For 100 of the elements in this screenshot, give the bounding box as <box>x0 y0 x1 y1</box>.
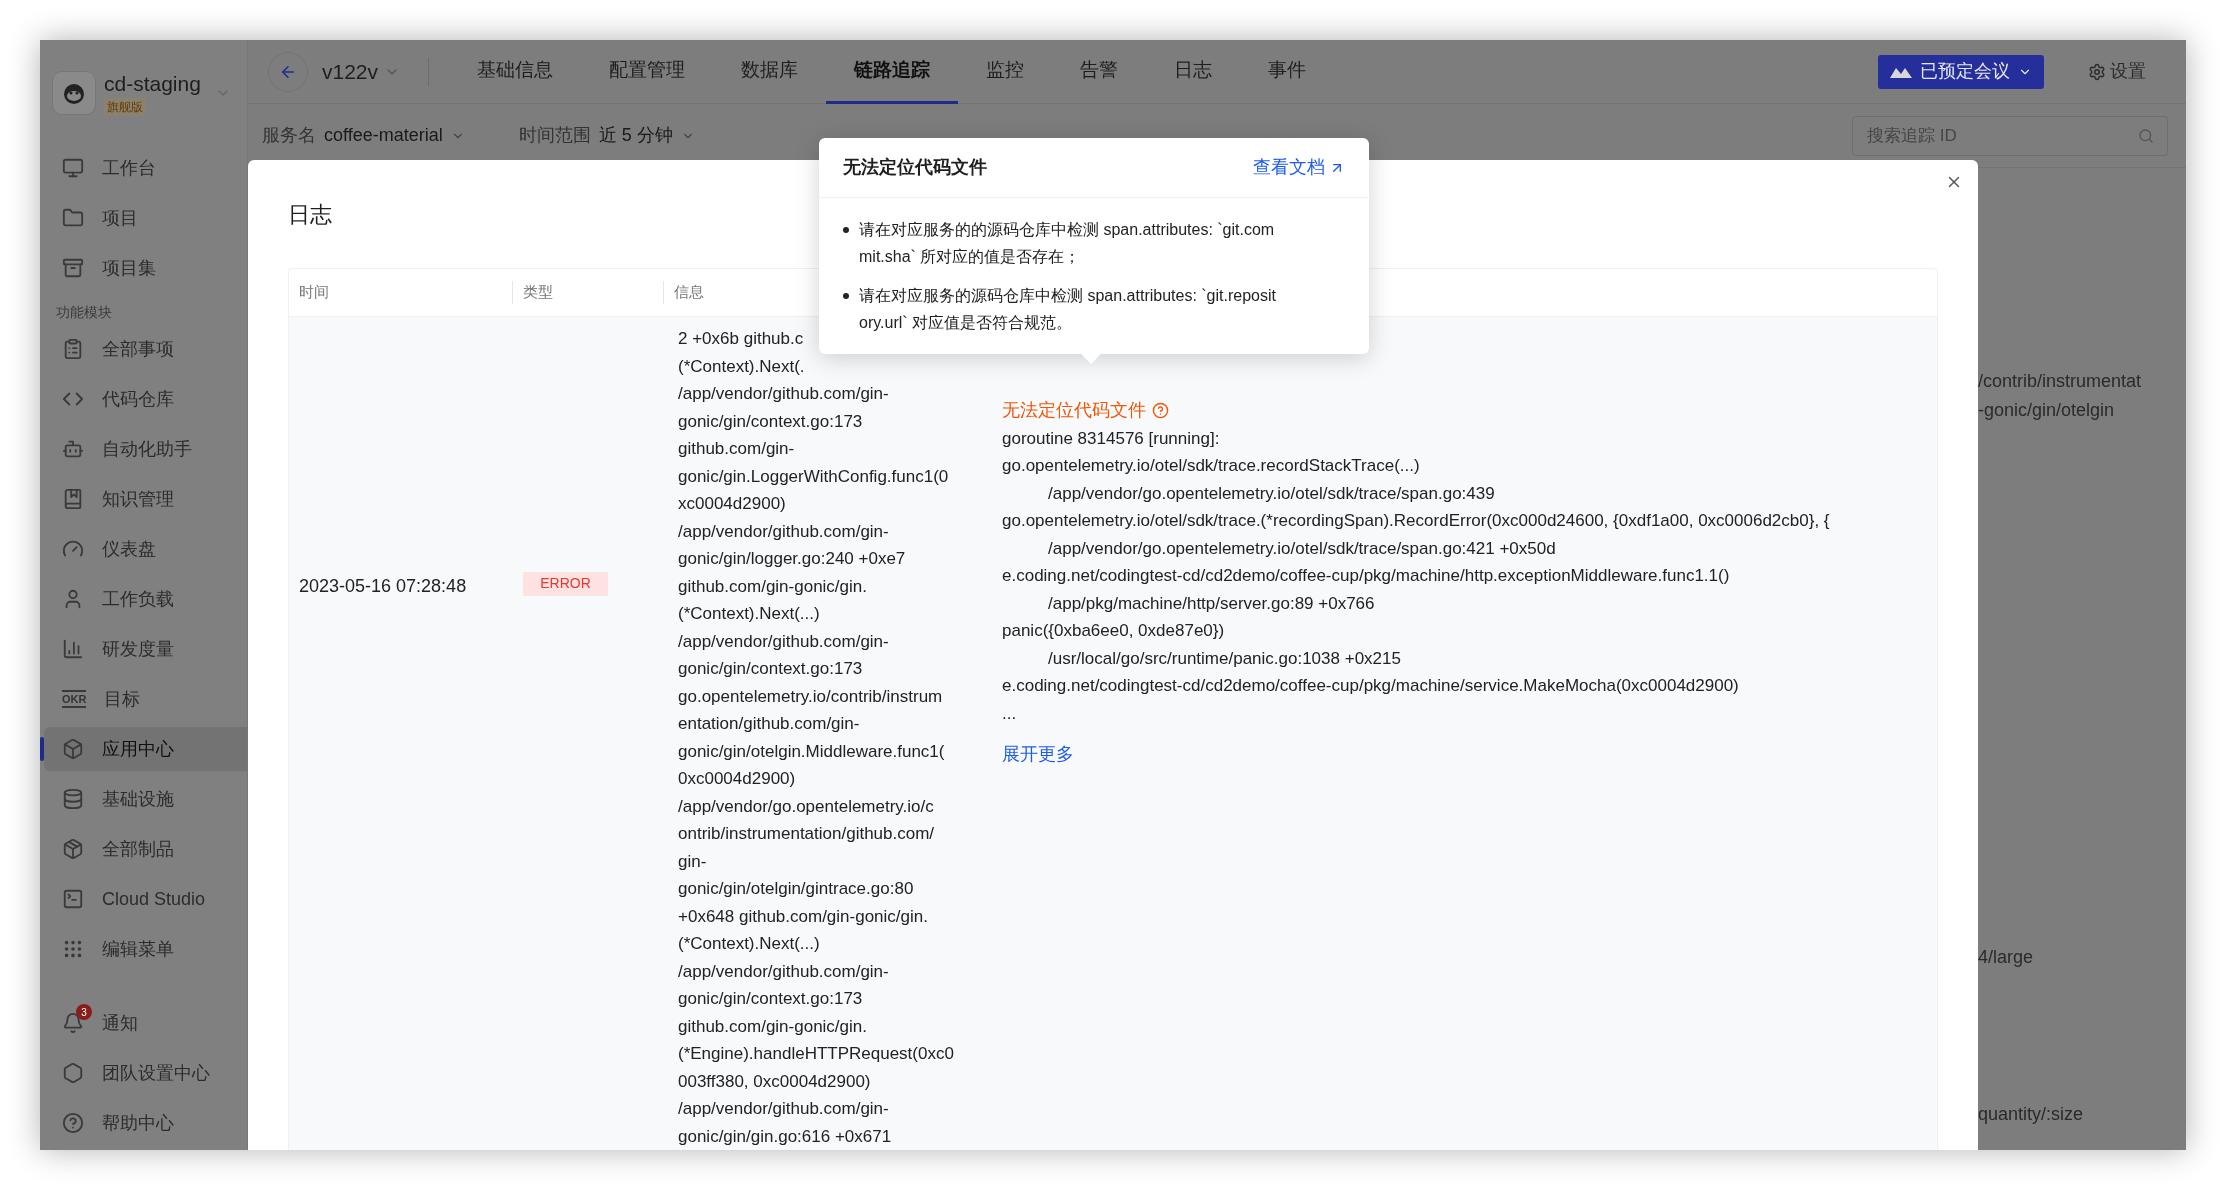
stack-line: 2 +0x6b github.c <box>678 328 804 350</box>
sidebar-item[interactable]: 全部制品 <box>44 827 247 871</box>
stack-line: (*Context).Next(. <box>678 355 805 378</box>
plan-badge: 旗舰版 <box>104 98 146 116</box>
meeting-button[interactable]: 已预定会议 <box>1878 54 2044 89</box>
dialog-title: 日志 <box>288 200 332 229</box>
background-text: 4/large <box>1978 946 2035 969</box>
section-label: 功能模块 <box>55 303 112 322</box>
sidebar-item[interactable]: 全部事项 <box>44 327 247 371</box>
column-header: 类型 <box>523 283 553 301</box>
stack-line: /app/vendor/github.com/gin- <box>678 630 889 653</box>
sidebar-item[interactable]: 帮助中心 <box>44 1101 247 1145</box>
expand-more-link[interactable]: 展开更多 <box>1002 741 1074 769</box>
help-icon <box>62 1112 84 1134</box>
nav-tab[interactable]: 告警 <box>1052 40 1147 104</box>
package-icon <box>62 838 84 860</box>
nav-tab[interactable]: 链路追踪 <box>826 40 959 104</box>
sidebar-item[interactable]: 知识管理 <box>44 477 247 521</box>
stack-line: /app/vendor/go.opentelemetry.io/c <box>678 795 934 818</box>
error-badge: ERROR <box>523 571 608 596</box>
sidebar-item[interactable]: 基础设施 <box>44 777 247 821</box>
sidebar-item[interactable]: 编辑菜单 <box>44 927 247 971</box>
stack-line: go.opentelemetry.io/otel/sdk/trace.recordStackTrace(...) <box>1002 455 1420 477</box>
ellipsis-text: ... <box>1002 702 1017 725</box>
stack-line: panic({0xba6ee0, 0xde87e0}) <box>1002 620 1225 642</box>
help-icon[interactable] <box>1152 402 1169 420</box>
nav-tab[interactable]: 事件 <box>1240 40 1335 104</box>
stack-line: gonic/gin/otelgin.Middleware.func1( <box>678 740 945 763</box>
sidebar-item[interactable]: 工作负载 <box>44 577 247 621</box>
sidebar-item[interactable]: 仪表盘 <box>44 527 247 571</box>
stack-line: (*Context).Next(...) <box>678 933 820 955</box>
stack-line: /app/vendor/go.opentelemetry.io/otel/sdk/trace/span.go:421 +0x50d <box>1047 537 1556 560</box>
sidebar-item[interactable]: 项目集 <box>44 246 247 290</box>
popover-title: 无法定位代码文件 <box>843 156 987 179</box>
settings-button[interactable]: 设置 <box>2088 58 2146 85</box>
stack-line: xc0004d2900) <box>678 493 786 515</box>
background-text: /contrib/instrumentat <box>1978 370 2143 393</box>
background-text: quantity/:size <box>1978 1103 2085 1126</box>
grid-dots-icon <box>62 938 84 960</box>
stack-line: gonic/gin/gin.go:616 +0x671 <box>678 1125 892 1148</box>
nav-tab[interactable]: 基础信息 <box>449 40 582 104</box>
log-time: 2023-05-16 07:28:48 <box>299 576 467 596</box>
nav-tab[interactable]: 数据库 <box>713 40 827 104</box>
nav-tab[interactable]: 日志 <box>1146 40 1241 104</box>
bullet-icon <box>843 293 849 299</box>
stack-line: (*Context).Next(...) <box>678 603 820 625</box>
clipboard-icon <box>62 338 84 360</box>
stack-line: 0xc0004d2900) <box>678 768 796 790</box>
stack-line: gonic/gin/context.go:173 <box>678 988 863 1010</box>
stack-line: entation/github.com/gin- <box>678 713 860 735</box>
sidebar-item[interactable]: 团队设置中心 <box>44 1051 247 1095</box>
stack-line: ontrib/instrumentation/github.com/ <box>678 823 935 845</box>
stack-line: /app/vendor/github.com/gin- <box>678 1098 889 1120</box>
sidebar-item[interactable]: 研发度量 <box>44 627 247 671</box>
stack-line: +0x648 github.com/gin-gonic/gin. <box>678 905 928 928</box>
stack-line: github.com/gin-gonic/gin. <box>678 575 867 598</box>
sidebar-item[interactable]: 自动化助手 <box>44 427 247 471</box>
stack-line: github.com/gin- <box>678 438 795 460</box>
nav-tab[interactable]: 监控 <box>958 40 1053 104</box>
docs-link[interactable]: 查看文档 <box>1253 154 1345 181</box>
terminal-icon <box>62 888 84 910</box>
notification-badge: 3 <box>76 1004 92 1020</box>
bar-chart-icon <box>62 638 84 660</box>
sidebar-item[interactable]: 代码仓库 <box>44 377 247 421</box>
stack-line: /app/vendor/github.com/gin- <box>678 383 889 405</box>
filter-dropdown[interactable]: 服务名 coffee-material <box>262 122 465 149</box>
stack-line: github.com/gin-gonic/gin. <box>678 1015 867 1038</box>
bullet-text: 请在对应服务的的源码仓库中检测 span.attributes: `git.commit.sha` 所对应的值是否存在； <box>859 220 1276 267</box>
workspace-logo <box>52 71 96 115</box>
bullet-text: 请在对应服务的源码仓库中检测 span.attributes: `git.repository.url` 对应值是否符合规范。 <box>859 286 1277 333</box>
stack-line: 003ff380, 0xc0004d2900) <box>678 1070 871 1093</box>
version-dropdown[interactable]: v122v <box>322 55 401 88</box>
search-field[interactable]: 搜索追踪 ID <box>1852 115 2168 156</box>
cube-icon <box>62 738 84 760</box>
folder-icon <box>62 207 84 229</box>
nav-tab[interactable]: 配置管理 <box>581 40 714 104</box>
sidebar-item[interactable]: 项目 <box>44 196 247 240</box>
stack-line: e.coding.net/codingtest-cd/cd2demo/coffee-cup/pkg/machine/service.MakeMocha(0xc0004d2900) <box>1002 675 1739 697</box>
stack-line: go.opentelemetry.io/contrib/instrum <box>678 685 943 708</box>
stack-line: /app/vendor/github.com/gin- <box>678 520 889 543</box>
robot-icon <box>62 438 84 460</box>
sidebar-item[interactable]: Cloud Studio <box>44 877 247 921</box>
search-icon <box>2138 127 2154 144</box>
hexagon-icon <box>62 1062 84 1084</box>
filter-dropdown[interactable]: 时间范围 近 5 分钟 <box>518 122 695 149</box>
stack-line: /app/vendor/go.opentelemetry.io/otel/sdk/trace/span.go:439 <box>1047 482 1495 505</box>
stack-line: /app/pkg/machine/http/server.go:89 +0x766 <box>1047 592 1375 615</box>
column-header: 信息 <box>674 283 704 301</box>
warning-text: 无法定位代码文件 <box>1002 399 1146 422</box>
sidebar-item[interactable]: 3 通知 <box>44 1001 247 1045</box>
stack-line: goroutine 8314576 [running]: <box>1002 427 1220 450</box>
monitor-icon <box>62 157 84 179</box>
stack-line: gin- <box>678 850 707 873</box>
background-text: -gonic/gin/otelgin <box>1978 399 2116 422</box>
column-header: 时间 <box>299 283 329 301</box>
tray-icon <box>62 257 84 279</box>
sidebar-item[interactable]: 工作台 <box>44 146 247 190</box>
stack-line: /usr/local/go/src/runtime/panic.go:1038 +0x215 <box>1047 647 1401 670</box>
stack-line: (*Engine).handleHTTPRequest(0xc0 <box>678 1043 954 1065</box>
sidebar-item[interactable]: OKR 目标 <box>44 677 247 721</box>
